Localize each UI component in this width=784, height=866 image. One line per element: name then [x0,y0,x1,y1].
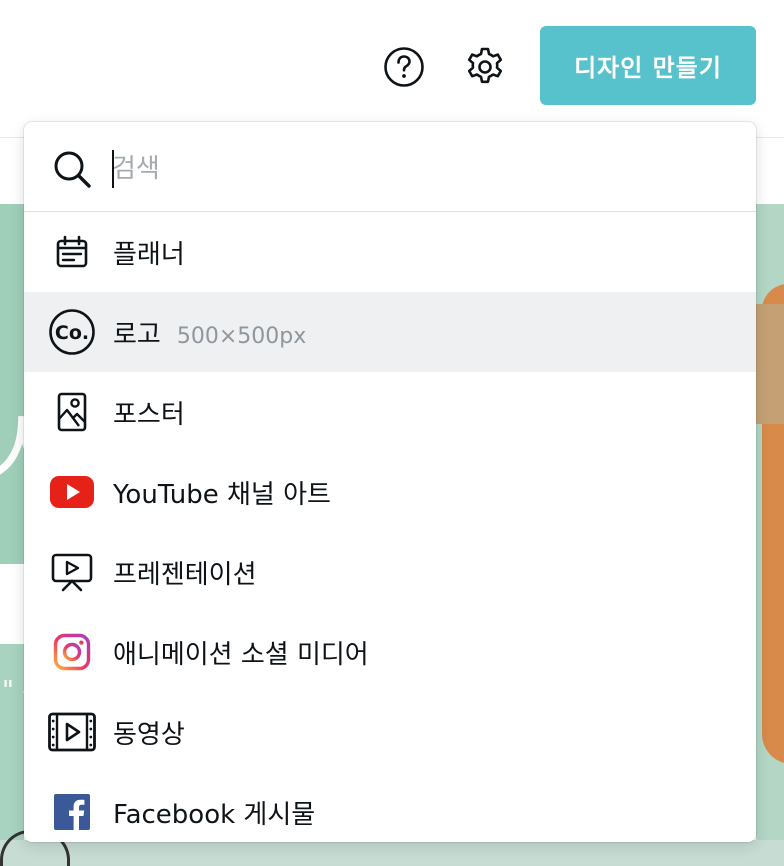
gear-icon [467,47,503,84]
menu-item-label: 애니메이션 소셜 미디어 [113,639,369,670]
search-row [24,122,756,212]
menu-item-poster[interactable]: 포스터 [24,372,756,452]
settings-button[interactable] [462,44,508,90]
top-bar: 디자인 만들기 [0,0,784,138]
content-image-bottom [0,840,784,866]
menu-item-label: YouTube 채널 아트 [113,479,331,510]
video-icon [48,712,96,752]
design-type-list: 플래너 Co. 로고 500×500px 포스터 YouTube 채널 아트 프… [24,212,756,842]
logo-co-icon: Co. [49,309,95,355]
create-design-button[interactable]: 디자인 만들기 [540,26,756,105]
menu-item-logo[interactable]: Co. 로고 500×500px [24,292,756,372]
search-icon [54,151,91,188]
svg-text:Co.: Co. [55,322,89,344]
text-cursor [112,150,114,188]
poster-icon [57,392,87,432]
page-band [0,564,24,644]
hero-banner-left [0,204,24,564]
menu-item-presentation[interactable]: 프레젠테이션 [24,532,756,612]
menu-item-label: 프레젠테이션 [113,559,257,590]
create-design-dropdown: 플래너 Co. 로고500×500px [24,122,756,842]
presentation-icon [51,553,93,592]
menu-item-facebook-post[interactable]: Facebook 게시물 [24,772,756,842]
menu-item-label: 로고 500×500px [113,319,307,350]
menu-item-youtube-channel-art[interactable]: YouTube 채널 아트 [24,452,756,532]
hero-banner-right [756,204,784,866]
help-button[interactable] [383,46,425,88]
menu-item-label: 포스터 [113,399,185,430]
menu-item-label: Facebook 게시물 [113,799,316,830]
menu-item-animated-social-media[interactable]: 애니메이션 소셜 미디어 [24,612,756,692]
facebook-icon [54,794,90,830]
instagram-icon [53,633,91,671]
menu-item-video[interactable]: 동영상 [24,692,756,772]
menu-item-label: 동영상 [113,719,185,750]
menu-item-planner[interactable]: 플래너 [24,212,756,292]
banner-fold [756,304,784,424]
help-circle-icon [384,47,424,87]
dimension-hint: 500×500px [176,323,307,349]
search-input[interactable] [112,150,712,188]
planner-icon [56,235,88,268]
menu-item-label: 플래너 [113,239,185,270]
youtube-icon [50,476,94,508]
